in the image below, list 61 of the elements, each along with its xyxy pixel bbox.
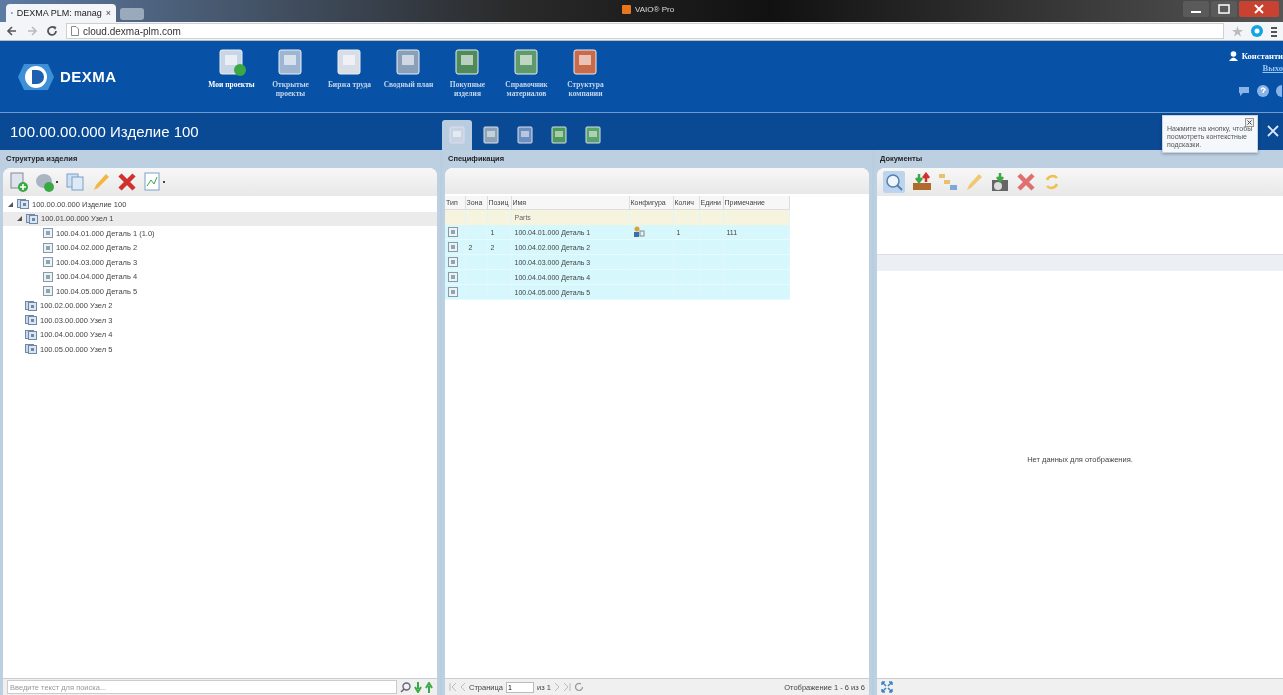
- logo-text: DEXMA: [60, 68, 117, 85]
- rss-icon: [622, 5, 631, 14]
- logo-icon: [18, 61, 54, 92]
- part-icon: [43, 228, 53, 239]
- star-icon[interactable]: [1232, 25, 1243, 37]
- close-icon[interactable]: [1245, 118, 1254, 127]
- back-icon[interactable]: [6, 25, 18, 37]
- minimize-icon[interactable]: [1183, 1, 1209, 17]
- part-icon: [43, 257, 53, 268]
- user-icon: [1228, 51, 1238, 61]
- hierarchy-icon[interactable]: [938, 172, 958, 192]
- document-icon: [448, 126, 466, 144]
- search-icon[interactable]: [400, 681, 411, 693]
- part-icon: [448, 286, 458, 297]
- address-field[interactable]: cloud.dexma-plm.com: [66, 23, 1224, 39]
- disk-add-icon[interactable]: [35, 172, 59, 192]
- delete-icon[interactable]: [1016, 172, 1036, 192]
- add-document-icon[interactable]: [9, 172, 29, 192]
- expanded-arrow-icon[interactable]: [7, 200, 14, 208]
- chart-icon[interactable]: [143, 172, 167, 192]
- documents-icon: [25, 329, 37, 340]
- logout-link[interactable]: Выхо: [1262, 63, 1283, 73]
- info-icon[interactable]: [1276, 85, 1283, 97]
- disk-download-icon[interactable]: [990, 172, 1010, 192]
- delete-icon[interactable]: [117, 172, 137, 192]
- page-icon: [71, 26, 79, 36]
- part-icon: [448, 241, 458, 252]
- documents-icon: [25, 344, 37, 355]
- close-icon[interactable]: [1239, 1, 1279, 17]
- configuration-icon[interactable]: [632, 226, 645, 237]
- documents-icon: [26, 213, 38, 224]
- maximize-icon[interactable]: [1211, 1, 1237, 17]
- expand-icon[interactable]: [881, 681, 893, 693]
- part-icon: [448, 271, 458, 282]
- extension-icon[interactable]: [1251, 25, 1263, 37]
- tab-close-button[interactable]: ×: [105, 8, 111, 18]
- expanded-arrow-icon[interactable]: [16, 215, 23, 223]
- documents-icon: [25, 300, 37, 311]
- up-arrow-icon[interactable]: [425, 681, 433, 693]
- down-arrow-icon[interactable]: [414, 681, 422, 693]
- window-title: VAIO® Pro: [635, 5, 675, 14]
- product-title: 100.00.00.000 Изделие 100: [9, 123, 200, 140]
- inbox-icon[interactable]: [912, 172, 932, 192]
- documents-icon: [17, 199, 29, 210]
- reload-icon[interactable]: [46, 25, 58, 37]
- part-icon: [448, 226, 458, 237]
- tab-title: DEXMA PLM: manag: [16, 8, 102, 18]
- refresh-icon[interactable]: [573, 682, 584, 692]
- document-icon: [516, 126, 534, 144]
- copy-icon[interactable]: [65, 172, 85, 192]
- chat-icon[interactable]: [1238, 85, 1250, 97]
- documents-icon: [25, 315, 37, 326]
- part-icon: [43, 242, 53, 253]
- user-name: Константи: [1241, 51, 1283, 61]
- help-icon[interactable]: [1257, 85, 1269, 97]
- part-icon: [43, 271, 53, 282]
- magnifier-icon[interactable]: [883, 171, 905, 193]
- part-icon: [43, 286, 53, 297]
- part-icon: [448, 256, 458, 267]
- browser-tab[interactable]: DEXMA PLM: manag ×: [6, 4, 116, 22]
- menu-icon[interactable]: [1271, 25, 1277, 37]
